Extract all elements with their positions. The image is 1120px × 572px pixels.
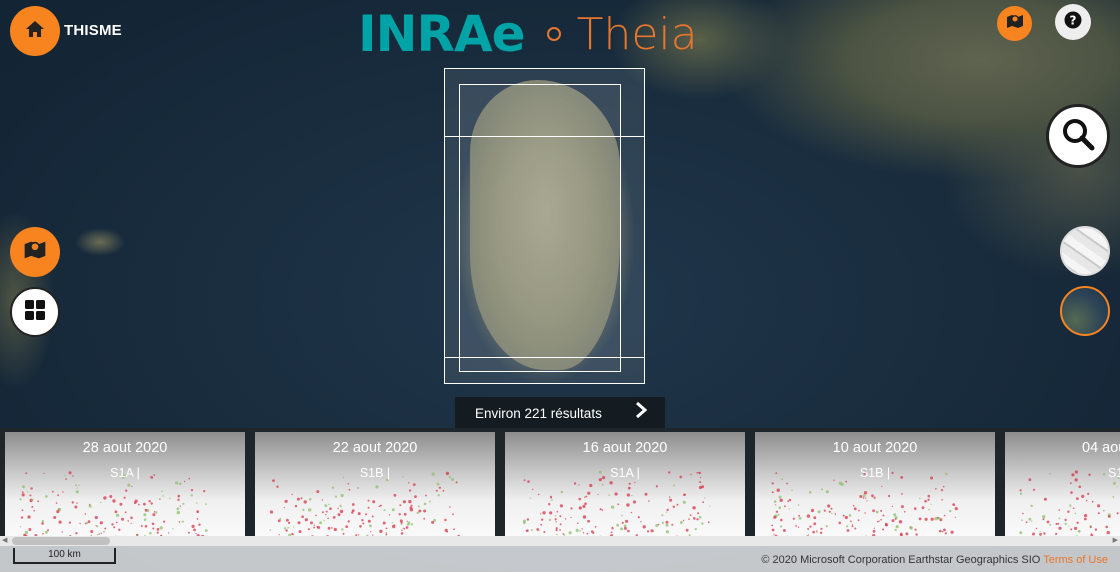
sardinia-landmass	[470, 80, 620, 370]
svg-text:?: ?	[1070, 13, 1077, 27]
home-icon	[25, 20, 45, 43]
help-icon: ?	[1064, 11, 1082, 34]
chevron-right-icon	[635, 401, 648, 425]
card-date: 10 aout 2020	[832, 440, 918, 456]
result-card[interactable]: 28 aout 2020 S1A |	[5, 432, 245, 538]
result-card[interactable]: 10 aout 2020 S1B |	[755, 432, 995, 538]
theia-ring-icon	[546, 27, 561, 41]
card-satellite: S1A |	[1108, 466, 1120, 480]
theia-logo-text: Theia	[576, 8, 698, 60]
result-card[interactable]: 22 aout 2020 S1B |	[255, 432, 495, 538]
attribution-text: © 2020 Microsoft Corporation Earthstar G…	[761, 554, 1041, 566]
theia-logo: Theia	[546, 8, 698, 60]
results-count: Environ 221 résultats	[475, 405, 602, 421]
search-icon	[1061, 117, 1095, 156]
home-button[interactable]	[10, 6, 60, 56]
card-date: 22 aout 2020	[332, 440, 418, 456]
map-icon	[23, 239, 47, 266]
result-card[interactable]: 04 aout 2020 S1A |	[1005, 432, 1120, 538]
map-layers-button[interactable]	[997, 6, 1032, 41]
street-basemap-toggle[interactable]	[1060, 226, 1110, 276]
attribution: © 2020 Microsoft Corporation Earthstar G…	[761, 554, 1108, 566]
card-date: 16 aout 2020	[582, 440, 668, 456]
satellite-basemap-toggle[interactable]	[1060, 286, 1110, 336]
card-satellite: S1B |	[359, 466, 391, 480]
map-footprint-button[interactable]	[10, 227, 60, 277]
scroll-right-icon[interactable]: ▶	[1113, 536, 1118, 546]
partner-logos: INRAe Theia	[358, 6, 698, 62]
grid-view-button[interactable]	[10, 287, 60, 337]
results-carousel[interactable]: 28 aout 2020 S1A | 22 aout 2020 S1B | 16…	[0, 428, 1120, 538]
map-footer: 100 km © 2020 Microsoft Corporation Eart…	[0, 546, 1120, 572]
help-button[interactable]: ?	[1055, 4, 1091, 40]
inrae-logo: INRAe	[358, 5, 526, 63]
scrollbar-thumb[interactable]	[12, 537, 110, 545]
scroll-left-icon[interactable]: ◀	[2, 536, 7, 546]
card-satellite: S1A |	[110, 466, 140, 480]
app-name: THISME	[64, 22, 122, 39]
grid-icon	[24, 299, 46, 326]
card-satellite: S1A |	[610, 466, 640, 480]
map-icon	[1006, 13, 1024, 35]
carousel-scrollbar[interactable]: ◀ ▶	[0, 536, 1120, 546]
scale-bar: 100 km	[13, 548, 116, 564]
terms-of-use-link[interactable]: Terms of Use	[1043, 554, 1108, 566]
card-satellite: S1B |	[859, 466, 891, 480]
results-count-bar[interactable]: Environ 221 résultats	[455, 397, 665, 429]
card-date: 28 aout 2020	[82, 440, 168, 456]
result-card[interactable]: 16 aout 2020 S1A |	[505, 432, 745, 538]
search-button[interactable]	[1046, 104, 1110, 168]
card-date: 04 aout 2020	[1082, 440, 1120, 456]
